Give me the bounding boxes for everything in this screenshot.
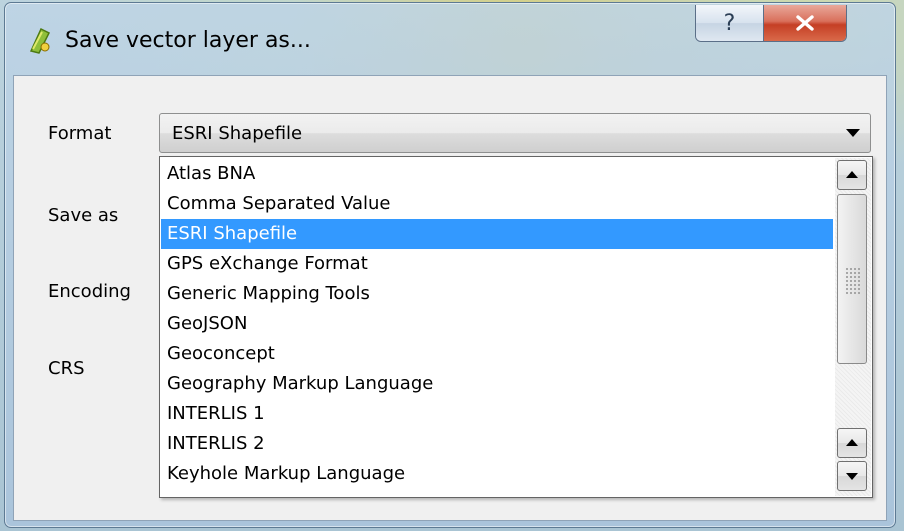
dialog-title: Save vector layer as... <box>65 28 311 53</box>
close-button[interactable] <box>764 5 846 41</box>
close-icon <box>796 15 814 31</box>
crs-label: CRS <box>48 358 85 379</box>
format-option[interactable]: Atlas BNA <box>161 159 833 189</box>
format-option[interactable]: INTERLIS 2 <box>161 429 833 459</box>
list-scrollbar[interactable] <box>835 158 871 496</box>
format-option[interactable]: GeoJSON <box>161 309 833 339</box>
format-option[interactable]: Comma Separated Value <box>161 189 833 219</box>
format-dropdown[interactable]: ESRI Shapefile <box>159 113 871 153</box>
help-icon: ? <box>723 10 736 36</box>
scroll-down-button[interactable] <box>837 461 867 491</box>
arrow-down-icon <box>846 473 858 480</box>
save-as-label: Save as <box>48 205 119 226</box>
format-option[interactable]: ESRI Shapefile <box>161 219 833 249</box>
format-option[interactable]: Geoconcept <box>161 339 833 369</box>
scroll-up-button[interactable] <box>837 160 867 190</box>
format-option[interactable]: Keyhole Markup Language <box>161 459 833 489</box>
format-selected-value: ESRI Shapefile <box>172 123 303 144</box>
scrollbar-thumb[interactable] <box>837 194 867 364</box>
format-option[interactable]: GPS eXchange Format <box>161 249 833 279</box>
format-option[interactable]: INTERLIS 1 <box>161 399 833 429</box>
page-up-button[interactable] <box>837 428 867 458</box>
save-vector-layer-dialog: Save vector layer as... ? Format Save as… <box>4 2 896 528</box>
arrow-up-icon <box>846 439 858 446</box>
help-button[interactable]: ? <box>696 5 764 41</box>
window-controls: ? <box>695 5 847 42</box>
arrow-up-icon <box>846 171 858 178</box>
qgis-app-icon <box>29 27 51 54</box>
encoding-label: Encoding <box>48 281 131 302</box>
chevron-down-icon[interactable] <box>846 129 860 137</box>
grip-icon <box>845 267 861 295</box>
dialog-body: Format Save as Encoding CRS ESRI Shapefi… <box>13 75 887 521</box>
format-option[interactable]: Geography Markup Language <box>161 369 833 399</box>
format-label: Format <box>48 123 112 144</box>
format-options-list[interactable]: Atlas BNA Comma Separated Value ESRI Shape… <box>159 156 873 498</box>
title-bar[interactable]: Save vector layer as... ? <box>5 3 895 75</box>
format-option[interactable]: Generic Mapping Tools <box>161 279 833 309</box>
